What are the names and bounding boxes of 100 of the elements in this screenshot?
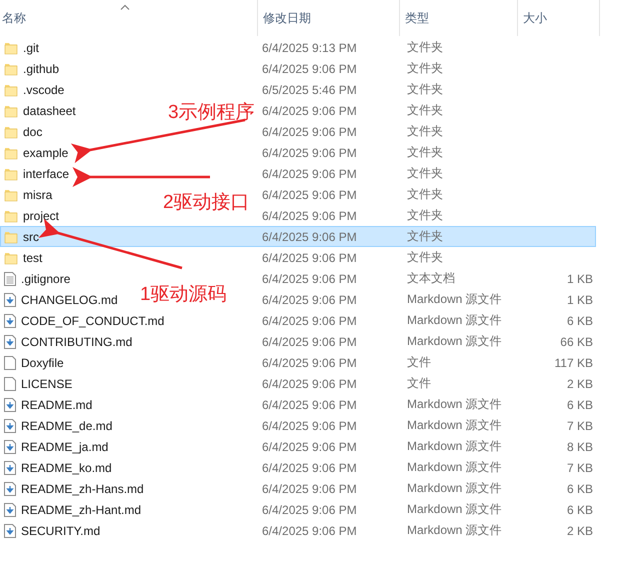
file-type: Markdown 源文件	[406, 459, 503, 476]
modified-date: 6/4/2025 9:06 PM	[261, 188, 358, 202]
file-name: example	[23, 146, 68, 160]
file-type: 文件夹	[406, 60, 444, 77]
file-size: 6 KB	[566, 398, 593, 412]
file-type: Markdown 源文件	[406, 333, 503, 350]
folder-icon	[4, 104, 18, 118]
file-name: LICENSE	[21, 376, 72, 390]
sort-caret-icon[interactable]	[120, 4, 130, 10]
file-name: doc	[23, 124, 42, 138]
folder-icon	[4, 62, 18, 76]
annotation-label: 3示例程序	[168, 101, 255, 125]
folder-icon	[4, 166, 18, 180]
modified-date: 6/4/2025 9:06 PM	[261, 208, 358, 222]
file-type: 文件夹	[406, 249, 444, 266]
file-size: 66 KB	[559, 334, 593, 348]
file-type: Markdown 源文件	[406, 438, 503, 455]
modified-date: 6/4/2025 9:06 PM	[261, 62, 358, 76]
file-name: README_de.md	[21, 418, 112, 432]
text-file-icon	[4, 272, 16, 286]
folder-icon	[4, 82, 18, 96]
file-type: Markdown 源文件	[406, 291, 503, 308]
file-type: 文件夹	[406, 123, 444, 140]
modified-date: 6/4/2025 9:06 PM	[261, 104, 358, 118]
file-size: 6 KB	[566, 314, 593, 328]
file-name: .github	[23, 62, 60, 76]
file-type: Markdown 源文件	[406, 312, 503, 329]
modified-date: 6/4/2025 9:06 PM	[261, 272, 358, 286]
file-size: 6 KB	[566, 482, 593, 496]
file-icon	[4, 398, 16, 412]
column-header[interactable]: 大小	[518, 0, 600, 36]
file-type: 文件夹	[406, 102, 444, 119]
file-name: .vscode	[23, 82, 64, 96]
file-name: README.md	[21, 398, 92, 412]
blank-file-icon	[4, 356, 16, 370]
modified-date: 6/4/2025 9:06 PM	[261, 124, 358, 138]
modified-date: 6/4/2025 9:06 PM	[261, 230, 358, 244]
file-icon	[4, 460, 16, 474]
annotation-label: 1驱动源码	[140, 283, 227, 307]
file-icon	[4, 482, 16, 496]
file-icon	[4, 292, 16, 306]
file-icon	[4, 334, 16, 348]
file-type: Markdown 源文件	[406, 417, 503, 434]
column-header[interactable]: 名称	[0, 0, 258, 36]
file-type: 文本文档	[406, 270, 456, 287]
file-icon	[4, 524, 16, 538]
file-name: src	[23, 230, 39, 244]
file-size: 6 KB	[566, 502, 593, 516]
modified-date: 6/4/2025 9:06 PM	[261, 440, 358, 454]
file-icon	[4, 440, 16, 454]
file-size: 7 KB	[566, 418, 593, 432]
file-type: 文件	[406, 354, 432, 371]
file-type: 文件夹	[406, 165, 444, 182]
modified-date: 6/4/2025 9:13 PM	[261, 40, 358, 54]
modified-date: 6/4/2025 9:06 PM	[261, 314, 358, 328]
file-size: 8 KB	[566, 440, 593, 454]
column-header[interactable]: 类型	[400, 0, 518, 36]
modified-date: 6/4/2025 9:06 PM	[261, 376, 358, 390]
file-name: README_ko.md	[21, 460, 112, 474]
file-type: 文件	[406, 375, 432, 392]
modified-date: 6/4/2025 9:06 PM	[261, 166, 358, 180]
modified-date: 6/4/2025 9:06 PM	[261, 398, 358, 412]
modified-date: 6/4/2025 9:06 PM	[261, 482, 358, 496]
folder-icon	[4, 40, 18, 54]
file-type: Markdown 源文件	[406, 480, 503, 497]
modified-date: 6/4/2025 9:06 PM	[261, 292, 358, 306]
modified-date: 6/4/2025 9:06 PM	[261, 250, 358, 264]
file-name: README_zh-Hant.md	[21, 502, 142, 516]
folder-icon	[4, 188, 18, 202]
modified-date: 6/4/2025 9:06 PM	[261, 146, 358, 160]
file-type: Markdown 源文件	[406, 522, 503, 539]
file-name: CONTRIBUTING.md	[21, 334, 132, 348]
folder-icon	[4, 146, 18, 160]
file-name: SECURITY.md	[21, 524, 100, 538]
blank-file-icon	[4, 376, 16, 390]
file-name: datasheet	[23, 104, 76, 118]
modified-date: 6/4/2025 9:06 PM	[261, 356, 358, 370]
file-icon	[4, 314, 16, 328]
file-size: 1 KB	[566, 292, 593, 306]
folder-icon	[4, 124, 18, 138]
column-header[interactable]: 修改日期	[258, 0, 400, 36]
file-size: 7 KB	[566, 460, 593, 474]
selected-row-highlight[interactable]: src 6/4/2025 9:06 PM 文件夹	[0, 226, 596, 247]
file-type: 文件夹	[406, 144, 444, 161]
file-type: 文件夹	[406, 39, 444, 56]
modified-date: 6/4/2025 9:06 PM	[261, 334, 358, 348]
folder-icon	[4, 250, 18, 264]
file-icon	[4, 502, 16, 516]
file-type: 文件夹	[406, 228, 444, 245]
modified-date: 6/4/2025 9:06 PM	[261, 502, 358, 516]
file-name: CHANGELOG.md	[21, 292, 118, 306]
file-type: Markdown 源文件	[406, 501, 503, 518]
file-name: Doxyfile	[21, 356, 64, 370]
file-size: 2 KB	[566, 376, 593, 390]
file-name: misra	[23, 188, 52, 202]
file-size: 117 KB	[554, 356, 593, 370]
file-name: README_ja.md	[21, 440, 108, 454]
file-type: 文件夹	[406, 81, 444, 98]
file-name: test	[23, 250, 42, 264]
folder-icon	[4, 208, 18, 222]
